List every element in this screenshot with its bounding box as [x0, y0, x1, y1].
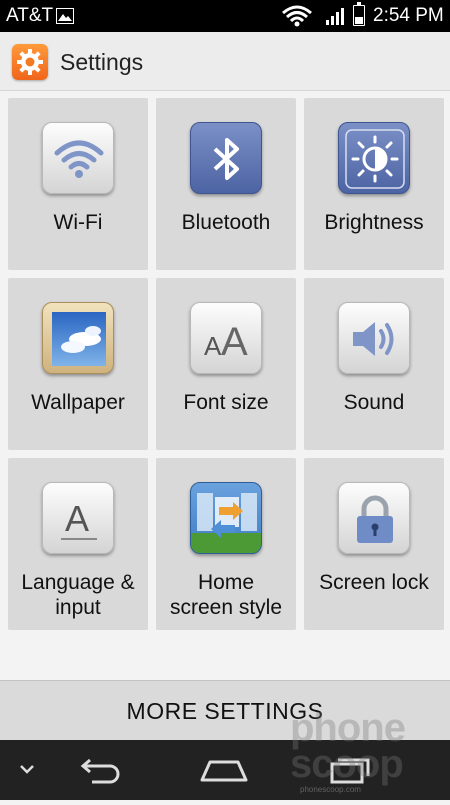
tile-label: Language & input [8, 570, 148, 620]
tile-label-line2: screen style [169, 596, 283, 619]
svg-text:A: A [65, 498, 89, 539]
status-bar: AT&T 2:54 PM [0, 0, 450, 32]
tile-language-input[interactable]: A Language & input [8, 458, 148, 630]
tile-label: Home screen style [156, 570, 296, 620]
tile-font-size[interactable]: A A Font size [156, 278, 296, 450]
font-size-icon: A A [190, 302, 262, 374]
tile-label: Screen lock [319, 571, 429, 594]
navigation-bar [0, 740, 450, 800]
page-title: Settings [60, 49, 144, 75]
carrier-label: AT&T [6, 5, 54, 26]
speaker-icon [338, 302, 410, 374]
tile-label: Font size [183, 391, 269, 414]
tile-brightness[interactable]: Brightness [304, 98, 444, 270]
back-icon[interactable] [72, 740, 128, 800]
brightness-icon [338, 122, 410, 194]
tile-screen-lock[interactable]: Screen lock [304, 458, 444, 630]
tile-wifi[interactable]: Wi-Fi [8, 98, 148, 270]
battery-icon [353, 2, 365, 26]
bluetooth-icon [190, 122, 262, 194]
padlock-icon [338, 482, 410, 554]
tile-label: Brightness [324, 211, 424, 234]
wallpaper-icon [42, 302, 114, 374]
gallery-icon [56, 8, 74, 24]
tile-label-line1: Home [197, 571, 255, 594]
home-icon[interactable] [196, 740, 252, 800]
tile-label-line2: input [55, 596, 101, 619]
tile-bluetooth[interactable]: Bluetooth [156, 98, 296, 270]
chevron-down-icon[interactable] [12, 740, 42, 800]
tile-label-line1: Language & [21, 571, 135, 594]
language-icon: A [42, 482, 114, 554]
more-settings-button[interactable]: MORE SETTINGS [0, 680, 450, 741]
svg-text:A: A [204, 331, 222, 361]
clock: 2:54 PM [373, 5, 444, 26]
tile-label: Bluetooth [181, 211, 271, 234]
title-bar: Settings [0, 32, 450, 91]
tile-label: Sound [343, 391, 405, 414]
tile-sound[interactable]: Sound [304, 278, 444, 450]
battery-level [355, 17, 363, 24]
signal-icon [326, 7, 348, 30]
tile-wallpaper[interactable]: Wallpaper [8, 278, 148, 450]
more-settings-label: MORE SETTINGS [126, 698, 324, 724]
home-screen-style-icon [190, 482, 262, 554]
tile-label: Wi-Fi [53, 211, 103, 234]
watermark-url: phonescoop.com [300, 785, 361, 794]
tile-label: Wallpaper [31, 391, 125, 414]
svg-text:A: A [221, 320, 248, 364]
tile-home-screen-style[interactable]: Home screen style [156, 458, 296, 630]
wifi-status-icon [282, 5, 312, 32]
gear-icon [12, 44, 48, 80]
wifi-icon [42, 122, 114, 194]
